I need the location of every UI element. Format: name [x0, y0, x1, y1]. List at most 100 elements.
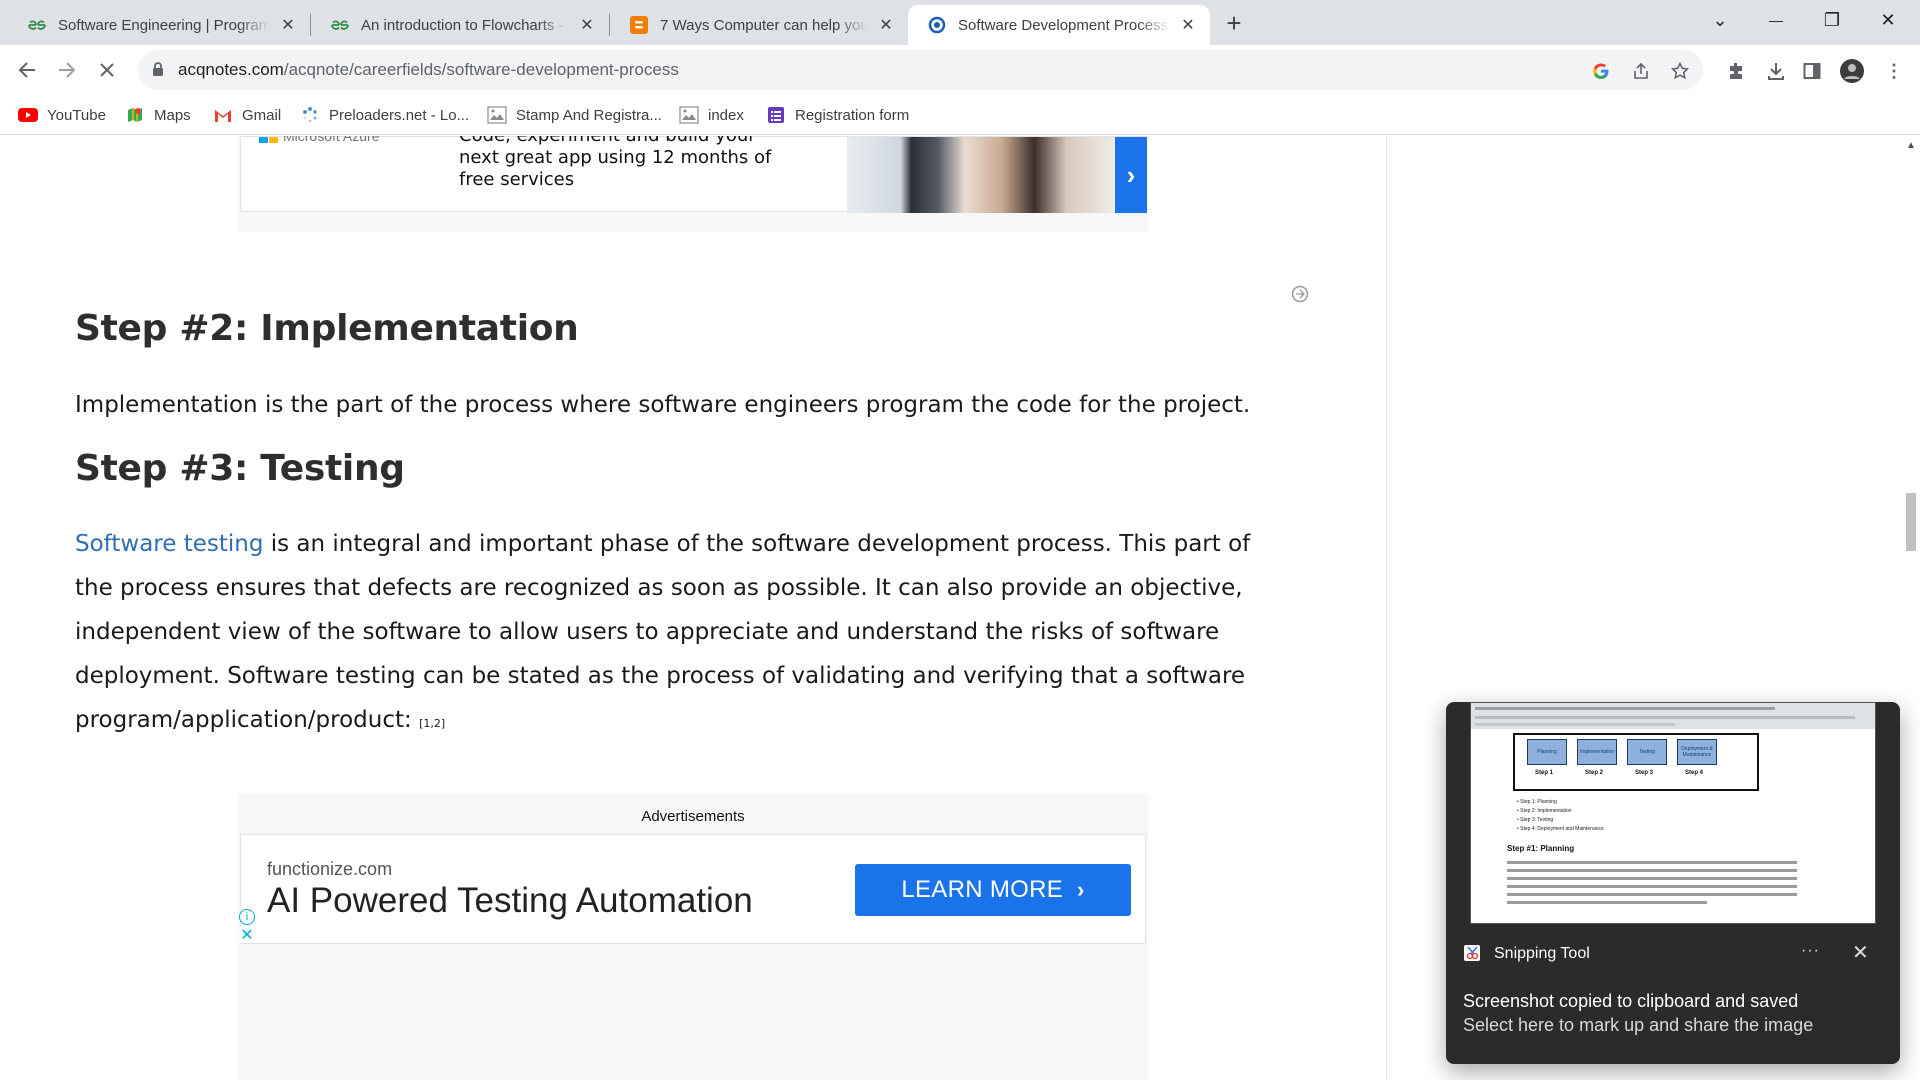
- gfg-icon: [28, 16, 46, 34]
- bookmark-youtube[interactable]: YouTube: [18, 103, 106, 127]
- youtube-icon: [18, 106, 38, 124]
- bookmark-preloaders[interactable]: Preloaders.net - Lo...: [300, 103, 469, 127]
- close-tab-icon[interactable]: ✕: [577, 15, 597, 35]
- snipping-tool-notification[interactable]: Planning Implementation Testing Deployme…: [1446, 702, 1900, 1064]
- bookmark-label: Stamp And Registra...: [516, 106, 662, 124]
- close-tab-icon[interactable]: ✕: [876, 15, 896, 35]
- bookmark-index[interactable]: index: [679, 103, 744, 127]
- side-panel-icon[interactable]: [1800, 59, 1824, 83]
- bookmark-gmail[interactable]: Gmail: [213, 103, 281, 127]
- step-2-heading: Step #2: Implementation: [75, 308, 579, 349]
- address-bar[interactable]: acqnotes.com/acqnote/careerfields/softwa…: [138, 50, 1703, 90]
- cta-label: LEARN MORE: [901, 876, 1064, 903]
- microsoft-logo-icon: [259, 137, 278, 143]
- more-options-icon[interactable]: ···: [1801, 942, 1820, 960]
- image-icon: [487, 106, 507, 124]
- gmail-icon: [213, 106, 233, 124]
- restore-icon[interactable]: ❐: [1804, 0, 1860, 40]
- ad-info-icon[interactable]: i: [239, 909, 255, 925]
- tab-search-icon[interactable]: ⌄: [1692, 0, 1748, 40]
- ad-next-arrow-icon[interactable]: ›: [1115, 137, 1147, 213]
- ad-card[interactable]: functionize.com AI Powered Testing Autom…: [239, 834, 1146, 944]
- minimize-icon[interactable]: —: [1748, 0, 1804, 40]
- thumbnail-step-label: Step 1: [1535, 770, 1554, 776]
- ad-brand: Microsoft Azure: [283, 136, 380, 144]
- bookmark-maps[interactable]: Maps: [125, 103, 191, 127]
- new-tab-button[interactable]: +: [1218, 7, 1250, 39]
- bookmark-star-icon[interactable]: [1669, 60, 1691, 82]
- close-tab-icon[interactable]: ✕: [1178, 15, 1198, 35]
- azure-ad[interactable]: Microsoft Azure Code, experiment and bui…: [238, 136, 1148, 232]
- notification-title[interactable]: Screenshot copied to clipboard and saved: [1463, 991, 1798, 1012]
- thumbnail-line: [1475, 716, 1855, 719]
- thumbnail-bullet: • Step 4: Deployment and Maintenance: [1517, 826, 1604, 832]
- forward-icon[interactable]: [51, 54, 83, 86]
- ad-domain[interactable]: functionize.com: [267, 859, 392, 880]
- ad-close-icon[interactable]: ✕: [239, 927, 255, 944]
- tab-software-engineering[interactable]: Software Engineering | Program ✕: [8, 5, 310, 45]
- tab-7-ways[interactable]: 7 Ways Computer can help you: ✕: [610, 5, 908, 45]
- bookmark-registration-form[interactable]: Registration form: [766, 103, 909, 127]
- url-text[interactable]: acqnotes.com/acqnote/careerfields/softwa…: [178, 60, 679, 80]
- close-tab-icon[interactable]: ✕: [278, 15, 298, 35]
- bookmark-label: Registration form: [795, 106, 910, 124]
- extensions-icon[interactable]: [1724, 59, 1748, 83]
- close-window-icon[interactable]: ✕: [1860, 0, 1916, 40]
- sidebar-divider: [1386, 136, 1387, 1080]
- ad-copy[interactable]: Code, experiment and build your next gre…: [459, 136, 799, 191]
- scroll-up-arrow-icon[interactable]: ▲: [1902, 136, 1920, 154]
- software-testing-link[interactable]: Software testing: [75, 531, 263, 557]
- acqnotes-icon: [928, 16, 946, 34]
- preloaders-icon: [300, 106, 320, 124]
- ad-photo[interactable]: [847, 137, 1115, 213]
- thumbnail-step-label: Step 2: [1585, 770, 1604, 776]
- functionize-ad[interactable]: Advertisements functionize.com AI Powere…: [238, 794, 1148, 1080]
- bookmark-label: Maps: [154, 106, 191, 124]
- lock-icon[interactable]: [152, 62, 164, 82]
- back-icon[interactable]: [11, 54, 43, 86]
- notification-body[interactable]: Select here to mark up and share the ima…: [1463, 1015, 1813, 1036]
- citation-ref[interactable]: [1,2]: [419, 717, 445, 730]
- browser-toolbar: acqnotes.com/acqnote/careerfields/softwa…: [0, 45, 1920, 95]
- close-notification-icon[interactable]: ✕: [1852, 940, 1869, 965]
- notification-app-name: Snipping Tool: [1494, 945, 1590, 962]
- bookmark-label: index: [708, 106, 744, 124]
- thumbnail-box: Deployment & Maintenance: [1677, 739, 1717, 765]
- thumbnail-line: [1507, 901, 1707, 904]
- thumbnail-line: [1507, 893, 1797, 896]
- screenshot-thumbnail[interactable]: Planning Implementation Testing Deployme…: [1470, 702, 1876, 924]
- thumbnail-bullet: • Step 3: Testing: [1517, 817, 1554, 823]
- tab-software-development-process[interactable]: Software Development Process ✕: [908, 5, 1210, 45]
- tab-label: An introduction to Flowcharts - G: [361, 16, 569, 34]
- ad-headline[interactable]: AI Powered Testing Automation: [267, 881, 753, 921]
- share-icon[interactable]: [1630, 60, 1652, 82]
- bookmark-label: Preloaders.net - Lo...: [329, 106, 470, 124]
- tab-flowcharts[interactable]: An introduction to Flowcharts - G ✕: [311, 5, 609, 45]
- bookmark-label: YouTube: [47, 106, 106, 124]
- thumbnail-box: Testing: [1627, 739, 1667, 765]
- bookmark-label: Gmail: [242, 106, 282, 124]
- profile-avatar-icon[interactable]: [1840, 59, 1864, 83]
- learn-more-button[interactable]: LEARN MORE ›: [855, 864, 1131, 916]
- google-lens-icon[interactable]: [1590, 60, 1612, 82]
- thumbnail-line: [1507, 869, 1797, 872]
- download-icon[interactable]: [1764, 59, 1788, 83]
- maps-icon: [125, 106, 145, 124]
- thumbnail-line: [1475, 723, 1675, 726]
- thumbnail-step-label: Step 4: [1685, 770, 1704, 776]
- ad-choices-icon[interactable]: [1291, 285, 1309, 303]
- ad-card[interactable]: Microsoft Azure Code, experiment and bui…: [240, 136, 1147, 213]
- page-scrollbar[interactable]: ▲: [1902, 136, 1920, 1080]
- thumbnail-bullet: • Step 1: Planning: [1517, 799, 1557, 805]
- scrollbar-thumb[interactable]: [1906, 493, 1916, 551]
- menu-kebab-icon[interactable]: ⋮: [1882, 59, 1906, 83]
- thumbnail-bullet: • Step 2: Implementation: [1517, 808, 1572, 814]
- tab-label: 7 Ways Computer can help you:: [660, 16, 868, 34]
- stop-loading-icon[interactable]: [91, 54, 123, 86]
- bookmarks-bar: YouTube Maps Gmail Preloaders.net - Lo..…: [0, 95, 1920, 135]
- advertisements-label: Advertisements: [641, 808, 745, 825]
- tab-strip: Software Engineering | Program ✕ An intr…: [0, 0, 1920, 45]
- tab-label: Software Development Process: [958, 16, 1169, 34]
- bookmark-stamp[interactable]: Stamp And Registra...: [487, 103, 662, 127]
- form-icon: [766, 106, 786, 124]
